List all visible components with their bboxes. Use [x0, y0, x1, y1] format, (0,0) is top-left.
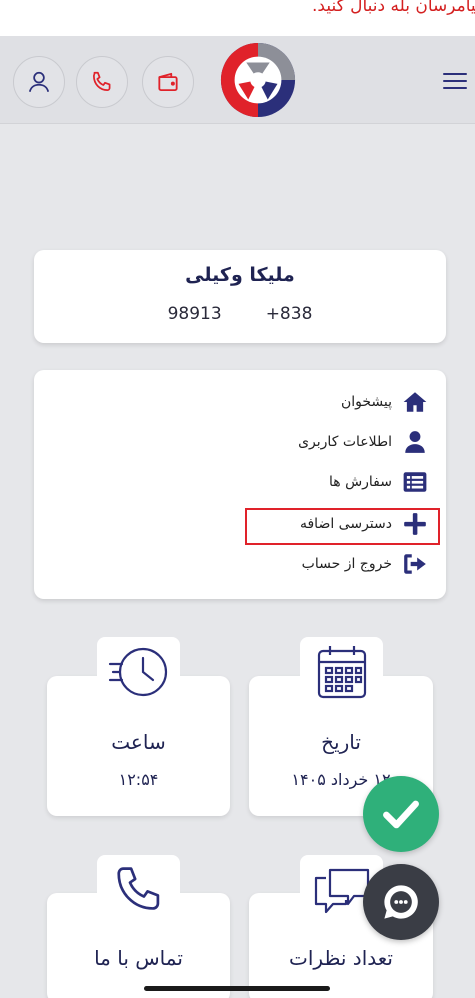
menu-item-orders[interactable]: سفارش ها — [329, 468, 428, 496]
time-tile-title: ساعت — [111, 730, 166, 754]
list-icon — [403, 472, 427, 492]
menu-item-user-info[interactable]: اطلاعات کاربری — [298, 428, 428, 456]
comments-tile-title: تعداد نظرات — [289, 946, 393, 970]
menu-item-label: پیشخوان — [340, 394, 392, 410]
phone-icon — [93, 71, 111, 91]
home-indicator[interactable] — [144, 986, 330, 991]
chat-icon — [384, 885, 418, 919]
user-icon — [28, 71, 50, 92]
navigation-menu-card: پیشخوان اطلاعات کاربری سفارش ها دسترسی ا… — [34, 370, 446, 599]
checkmark-icon — [383, 800, 419, 829]
app-header — [0, 36, 475, 124]
time-tile-value: ۱۲:۵۴ — [118, 770, 159, 789]
verified-badge-button[interactable] — [363, 776, 439, 852]
chat-bubbles-icon — [314, 868, 369, 914]
profile-name: ملیکا وکیلی — [185, 264, 295, 286]
menu-item-label: خروج از حساب — [301, 556, 392, 572]
user-icon — [405, 431, 425, 453]
profile-phone: 98913 +838 — [34, 304, 446, 324]
phone-number: 98913 — [167, 304, 222, 324]
brand-logo[interactable] — [219, 41, 297, 119]
home-icon — [403, 392, 427, 412]
announcement-banner: ...پیامرسان بله دنبال کنید. — [0, 0, 475, 36]
date-tile-title: تاریخ — [321, 730, 361, 754]
live-chat-button[interactable] — [363, 864, 439, 940]
wallet-icon — [158, 72, 178, 92]
contact-tile-tab — [97, 855, 180, 925]
banner-text: ...پیامرسان بله دنبال کنید. — [312, 0, 475, 16]
phone-icon — [116, 867, 159, 910]
call-button[interactable] — [76, 56, 128, 108]
hamburger-menu-icon[interactable] — [442, 69, 468, 93]
menu-item-dashboard[interactable]: پیشخوان — [341, 388, 428, 416]
calendar-icon — [317, 646, 366, 699]
time-tile-tab — [97, 637, 180, 707]
contact-tile-title: تماس با ما — [94, 946, 183, 970]
menu-item-label: سفارش ها — [328, 474, 392, 490]
clock-icon — [108, 647, 167, 697]
phone-prefix: +838 — [265, 304, 313, 324]
date-tile-tab — [300, 637, 383, 707]
logout-icon — [404, 554, 426, 574]
user-account-button[interactable] — [13, 56, 65, 108]
menu-item-label: اطلاعات کاربری — [298, 434, 392, 450]
profile-card: ملیکا وکیلی 98913 +838 — [34, 250, 446, 343]
highlight-box — [245, 508, 440, 545]
wallet-button[interactable] — [142, 56, 194, 108]
menu-item-logout[interactable]: خروج از حساب — [302, 550, 428, 578]
